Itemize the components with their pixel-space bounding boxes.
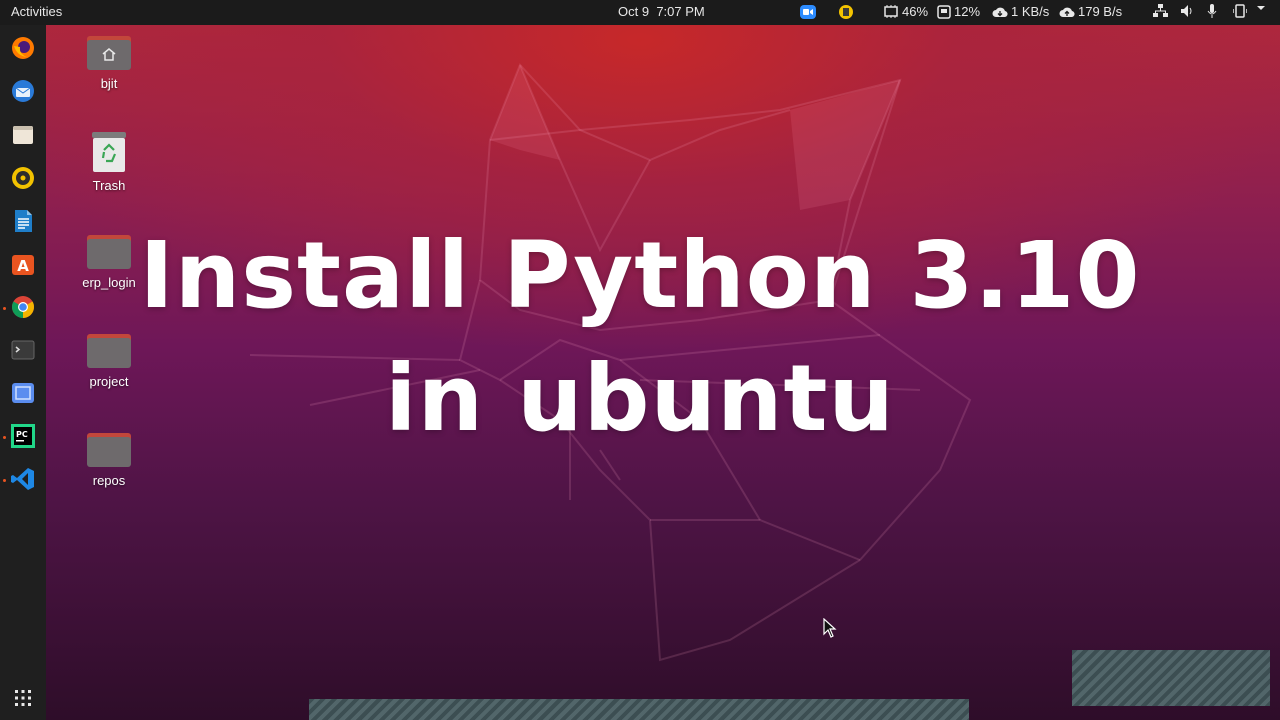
desktop-icon-home[interactable]: bjit (64, 36, 154, 91)
home-folder-icon (87, 36, 131, 70)
disk-icon (937, 4, 951, 19)
zoom-tray-icon[interactable] (800, 4, 816, 20)
disk-usage: 12% (954, 4, 981, 19)
clock-date: Oct 9 (618, 4, 650, 19)
hatched-overlay-bar (309, 699, 969, 720)
upload-speed: 179 B/s (1078, 4, 1123, 19)
desktop-icon-label: repos (92, 473, 126, 488)
running-indicator (3, 479, 6, 482)
system-menu-chevron-down-icon[interactable] (1256, 4, 1266, 12)
show-applications-icon[interactable] (11, 686, 35, 710)
rhythmbox-icon[interactable] (11, 166, 35, 190)
desktop-icon-label: bjit (100, 76, 118, 91)
hatched-overlay-box (1072, 650, 1270, 706)
headline-line-1: Install Python 3.10 (139, 222, 1141, 329)
desktop-icon-label: Trash (92, 178, 126, 193)
clock-button[interactable]: Oct 9 7:07 PM (618, 4, 705, 19)
cpu-indicator[interactable]: 46% (883, 4, 928, 19)
headline-line-2: in ubuntu (385, 345, 895, 452)
download-speed-indicator[interactable]: 1 KB/s (992, 4, 1049, 19)
firefox-icon[interactable] (11, 36, 35, 60)
files-icon[interactable] (11, 123, 35, 147)
mouse-pointer-icon (823, 618, 837, 638)
microphone-icon[interactable] (1207, 4, 1217, 19)
disk-indicator[interactable]: 12% (937, 4, 980, 19)
volume-icon[interactable] (1180, 4, 1194, 18)
clock-time: 7:07 PM (656, 4, 705, 19)
download-speed: 1 KB/s (1011, 4, 1050, 19)
thunderbird-icon[interactable] (11, 79, 35, 103)
network-icon[interactable] (1153, 4, 1168, 18)
trash-icon (92, 132, 126, 172)
top-bar: Activities Oct 9 7:07 PM 46% 12% 1 KB/s … (0, 0, 1280, 25)
cpu-usage: 46% (902, 4, 929, 19)
activities-button[interactable]: Activities (11, 4, 62, 19)
vscode-icon[interactable] (11, 467, 35, 491)
cloud-upload-icon (1059, 7, 1075, 17)
battery-power-icon[interactable] (1233, 4, 1247, 18)
desktop-icon-trash[interactable]: Trash (64, 132, 154, 193)
cpu-icon (884, 4, 898, 18)
notes-tray-icon[interactable] (838, 4, 854, 20)
upload-speed-indicator[interactable]: 179 B/s (1059, 4, 1122, 19)
cloud-download-icon (992, 7, 1008, 17)
